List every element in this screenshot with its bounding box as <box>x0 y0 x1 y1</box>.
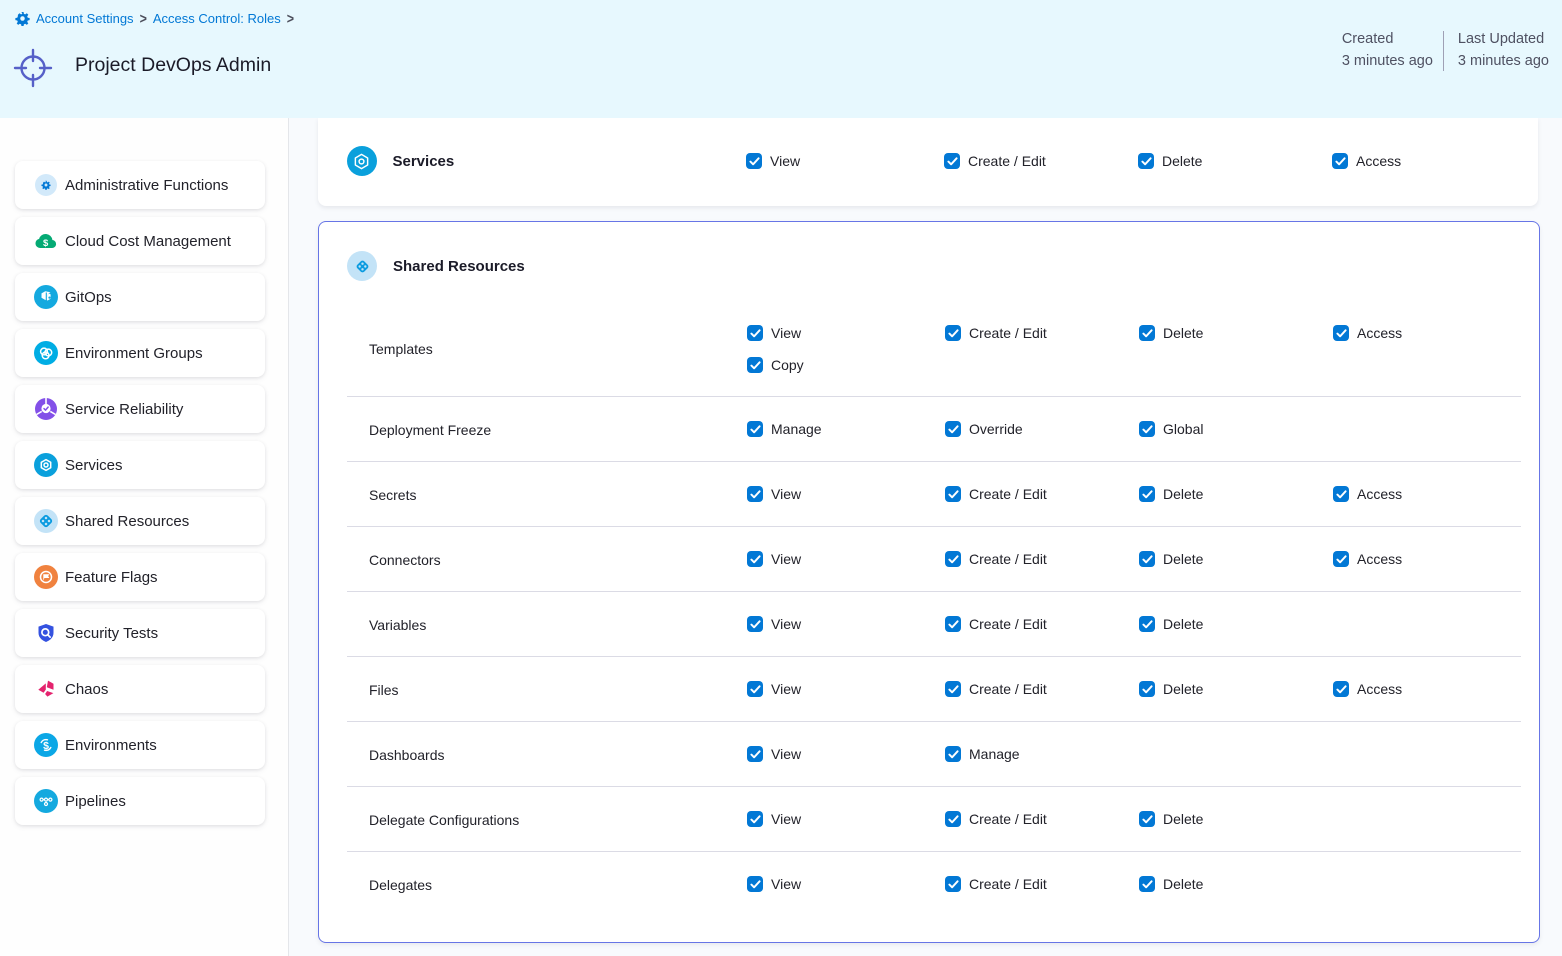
svg-text:$: $ <box>43 238 49 249</box>
